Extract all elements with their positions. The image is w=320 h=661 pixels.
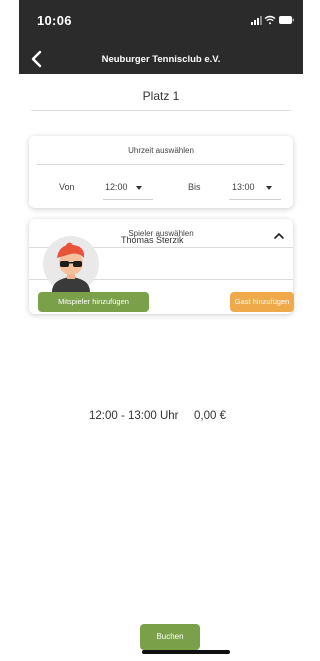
battery-icon (279, 16, 294, 24)
divider (31, 110, 291, 111)
back-chevron-icon[interactable] (29, 49, 45, 69)
select-underline (103, 199, 153, 200)
select-underline (229, 199, 281, 200)
chevron-down-icon[interactable] (266, 186, 272, 190)
player-name: Thomas Sterzik (121, 235, 184, 245)
book-button[interactable]: Buchen (140, 624, 200, 650)
wifi-icon (264, 15, 276, 25)
summary-time-range: 12:00 - 13:00 Uhr (89, 410, 179, 422)
from-label: Von (59, 182, 75, 192)
top-bar: 10:06 Neuburger Tennisclub e.V. (19, 0, 303, 74)
to-time-value[interactable]: 13:00 (232, 182, 255, 192)
status-time: 10:06 (37, 13, 72, 28)
chevron-up-icon[interactable] (273, 228, 285, 239)
divider (37, 164, 285, 165)
status-icons (251, 14, 295, 26)
from-time-value[interactable]: 12:00 (105, 182, 128, 192)
add-guest-button[interactable]: Gast hinzufügen (230, 292, 294, 312)
time-selection-card: Uhrzeit auswählen Von 12:00 Bis 13:00 (29, 136, 293, 208)
add-teammate-button[interactable]: Mitspieler hinzufügen (38, 292, 149, 312)
nav-title: Neuburger Tennisclub e.V. (101, 54, 221, 65)
signal-icon (251, 16, 262, 25)
to-label: Bis (188, 182, 201, 192)
court-name: Platz 1 (142, 89, 180, 103)
summary-price: 0,00 € (194, 410, 226, 422)
player-actions (29, 276, 293, 292)
phone-screen: 10:06 Neuburger Tennisclub e.V. Platz 1 … (19, 0, 303, 661)
chevron-down-icon[interactable] (136, 186, 142, 190)
time-card-title: Uhrzeit auswählen (128, 146, 194, 155)
home-indicator (142, 650, 230, 654)
